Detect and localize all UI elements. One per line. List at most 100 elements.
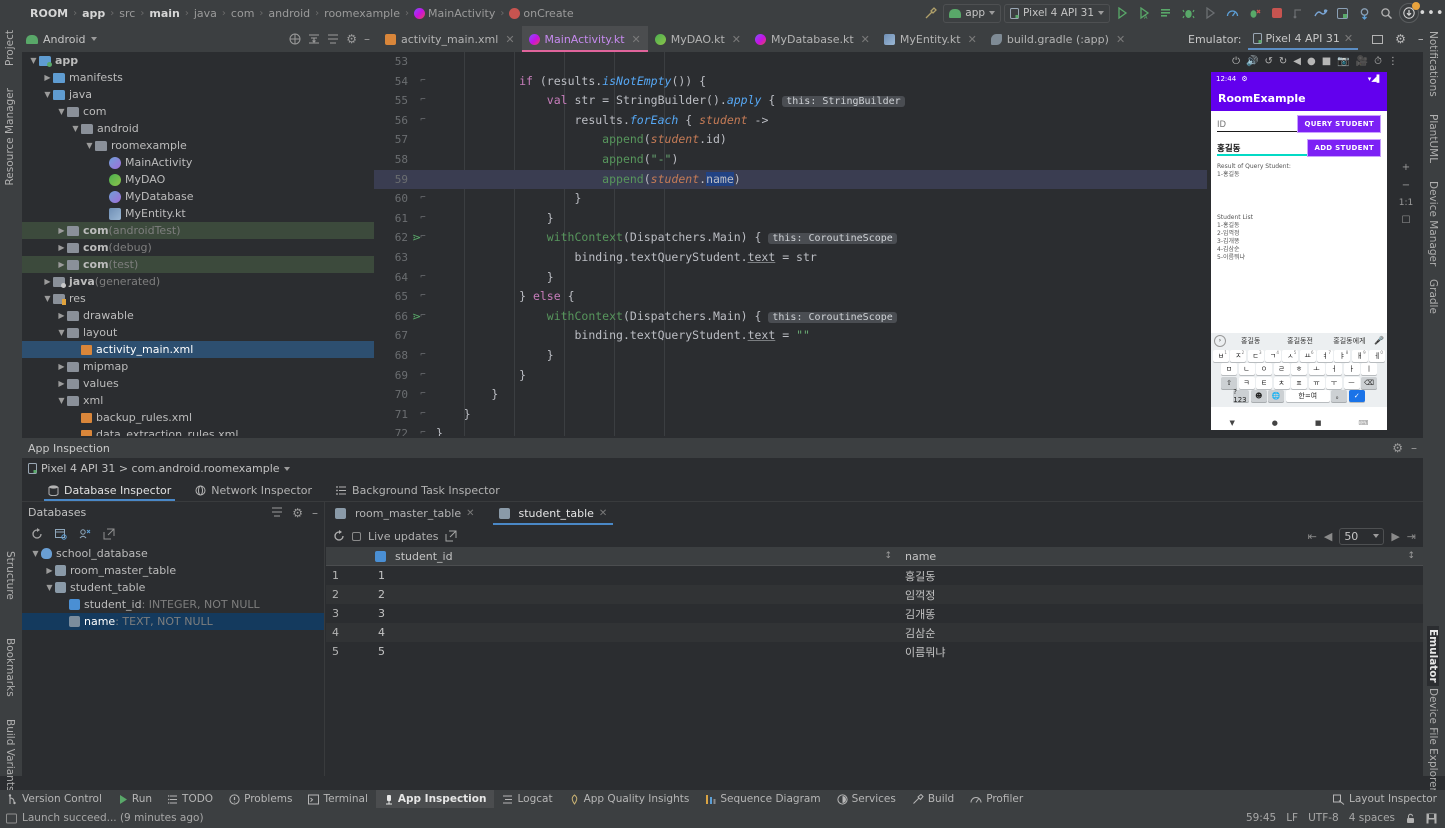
settings-gear-icon[interactable]: ⚙ <box>292 506 303 520</box>
project-tree-item[interactable]: ▶ com (debug) <box>22 239 374 256</box>
fold-icon[interactable]: ⌐ <box>418 209 428 229</box>
breadcrumb-item-java[interactable]: java <box>190 7 221 20</box>
table-tab-bar[interactable]: room_master_table ✕ student_table ✕ <box>326 502 1423 525</box>
cell-name[interactable]: 임꺽정 <box>902 587 1423 603</box>
editor-tab-bar[interactable]: activity_main.xml ✕ MainActivity.kt ✕ MyDAO.… <box>378 26 1132 52</box>
key-ㅎ[interactable]: ㅎ <box>1291 363 1307 375</box>
keyboard-row-2[interactable]: ㅁㄴㅇㄹㅎㅗㅓㅏㅣ <box>1211 363 1387 375</box>
back-nav-icon[interactable]: ▼ <box>1229 419 1234 427</box>
collapse-all-icon[interactable] <box>327 33 339 45</box>
export-icon[interactable] <box>103 528 115 540</box>
chevron-right-icon[interactable]: ▶ <box>42 277 53 286</box>
key-ㄱ[interactable]: ㄱ4 <box>1265 349 1281 362</box>
chevron-down-icon[interactable]: ▼ <box>28 56 39 65</box>
sidebar-item-plantuml[interactable]: PlantUML <box>1427 114 1439 163</box>
chevron-down-icon[interactable]: ▼ <box>42 90 53 99</box>
table-tab-student_table[interactable]: student_table ✕ <box>492 502 614 525</box>
key-ㅁ[interactable]: ㅁ <box>1221 363 1237 375</box>
stop-icon[interactable] <box>1267 4 1286 23</box>
last-page-icon[interactable]: ⇥ <box>1407 530 1416 543</box>
screenshot-icon[interactable]: 📷 <box>1337 56 1349 67</box>
fold-icon[interactable]: ⌐ <box>418 287 428 307</box>
project-tree-item[interactable]: ▶ com (androidTest) <box>22 222 374 239</box>
cell-student-id[interactable]: 5 <box>372 645 902 658</box>
sdk-icon[interactable] <box>1333 4 1352 23</box>
sidebar-item-structure[interactable]: Structure <box>4 551 16 600</box>
close-icon[interactable]: ✕ <box>599 508 607 519</box>
key-ㅂ[interactable]: ㅂ1 <box>1213 349 1229 362</box>
key-한=여[interactable]: 한=여 <box>1285 390 1330 402</box>
select-opened-file-icon[interactable] <box>289 33 301 45</box>
database-tree-item[interactable]: ▼ school_database <box>22 545 324 562</box>
rotate-right-icon[interactable]: ↻ <box>1279 56 1287 67</box>
project-tree-item[interactable]: ▶ values <box>22 375 374 392</box>
close-icon[interactable]: ✕ <box>968 33 977 46</box>
sidebar-item-device-manager[interactable]: Device Manager <box>1427 181 1439 266</box>
chevron-down-icon[interactable]: ▼ <box>70 124 81 133</box>
breadcrumb-item-main[interactable]: main <box>145 7 184 20</box>
key-?123[interactable]: ?123 <box>1233 388 1250 404</box>
cell-name[interactable]: 김개똥 <box>902 606 1423 622</box>
settings-gear-icon[interactable]: ⚙ <box>1392 441 1403 455</box>
indent-setting[interactable]: 4 spaces <box>1349 812 1395 824</box>
lock-icon[interactable] <box>1405 813 1416 824</box>
project-tree-item[interactable]: ▼ com <box>22 103 374 120</box>
table-row[interactable]: 5 5 이름뭐냐 <box>326 642 1423 661</box>
key-ㅔ[interactable]: ㅔ0 <box>1369 349 1385 362</box>
cell-student-id[interactable]: 2 <box>372 588 902 601</box>
cell-name[interactable]: 이름뭐냐 <box>902 644 1423 660</box>
chevron-down-icon[interactable]: ▼ <box>56 107 67 116</box>
volume-up-icon[interactable]: 🔊 <box>1246 56 1258 67</box>
editor-tab-mydatabase-kt[interactable]: MyDatabase.kt ✕ <box>748 26 877 52</box>
chevron-down-icon[interactable]: ▼ <box>56 396 67 405</box>
hide-panel-icon[interactable]: – <box>1411 441 1417 455</box>
bottom-tab-app-quality-insights[interactable]: App Quality Insights <box>561 790 698 808</box>
chevron-right-icon[interactable]: ▶ <box>42 73 53 82</box>
close-icon[interactable]: ✕ <box>632 33 641 46</box>
suggestion-0[interactable]: 홍길동 <box>1226 336 1275 346</box>
key-ㅠ[interactable]: ㅠ <box>1308 376 1325 389</box>
project-tree-item[interactable]: ▶ drawable <box>22 307 374 324</box>
key-ㅈ[interactable]: ㅈ2 <box>1230 349 1247 362</box>
key-ㄹ[interactable]: ㄹ <box>1273 363 1290 375</box>
key-ㄷ[interactable]: ㄷ3 <box>1247 349 1264 362</box>
emulator-screen[interactable]: 12:44 ⚙ ▾◢▌ RoomExample QUERY STUDENT AD… <box>1211 72 1387 430</box>
database-tree-item[interactable]: ▼ student_table <box>22 579 324 596</box>
column-header-student-id[interactable]: student_id ↕ <box>372 550 902 563</box>
key-ㅍ[interactable]: ㅍ <box>1291 376 1307 389</box>
expand-all-icon[interactable] <box>308 33 320 45</box>
zoom-out-icon[interactable]: − <box>1402 180 1410 191</box>
refresh-icon[interactable] <box>333 530 345 542</box>
sort-icon[interactable]: ↕ <box>884 551 892 561</box>
bottom-tab-services[interactable]: Services <box>829 790 904 808</box>
project-tree-item[interactable]: ▶ mipmap <box>22 358 374 375</box>
next-page-icon[interactable]: ▶ <box>1391 530 1399 543</box>
overview-nav-icon[interactable]: ■ <box>1315 419 1322 427</box>
fold-icon[interactable]: ⌐ <box>418 346 428 366</box>
project-tree-item[interactable]: data_extraction_rules.xml <box>22 426 374 436</box>
bottom-tab-profiler[interactable]: Profiler <box>962 790 1031 808</box>
project-tree[interactable]: ▼ app ▶ manifests ▼ java ▼ com ▼ android ▼ roomexam… <box>22 52 374 436</box>
breadcrumb-item-com[interactable]: com <box>227 7 259 20</box>
inspector-tabs[interactable]: Database Inspector Network Inspector Backg… <box>22 479 1423 502</box>
key-🌐[interactable]: 🌐 <box>1268 390 1285 402</box>
table-tab-room_master_table[interactable]: room_master_table ✕ <box>332 502 478 525</box>
database-tree-item[interactable]: name : TEXT, NOT NULL <box>22 613 324 630</box>
fold-icon[interactable]: ⌐ <box>418 424 428 436</box>
table-row[interactable]: 1 1 홍길동 <box>326 566 1423 585</box>
close-icon[interactable]: ✕ <box>1116 33 1125 46</box>
microphone-icon[interactable]: 🎤 <box>1374 336 1384 345</box>
fold-icon[interactable]: ⌐ <box>418 91 428 111</box>
breadcrumb-item-src[interactable]: src <box>115 7 139 20</box>
data-grid[interactable]: student_id ↕ name ↕ 1 1 홍길동 2 2 임꺽정 3 3 김개똥 4 4 김삼순… <box>326 547 1423 661</box>
project-tree-item[interactable]: ▼ xml <box>22 392 374 409</box>
restore-window-icon[interactable] <box>1372 34 1384 45</box>
more-icon[interactable]: ⋮ <box>1388 56 1398 67</box>
zoom-in-icon[interactable]: + <box>1402 162 1410 173</box>
key-ㅛ[interactable]: ㅛ6 <box>1299 349 1316 362</box>
status-message[interactable]: Launch succeed... (9 minutes ago) <box>22 812 204 824</box>
keyboard-row-3[interactable]: ⇧ ㅋㅌㅊㅍㅠㅜㅡ ⌫ <box>1211 376 1387 389</box>
key-ㅅ[interactable]: ㅅ5 <box>1282 349 1299 362</box>
refresh-icon[interactable] <box>31 528 43 540</box>
save-icon[interactable] <box>1426 813 1437 824</box>
